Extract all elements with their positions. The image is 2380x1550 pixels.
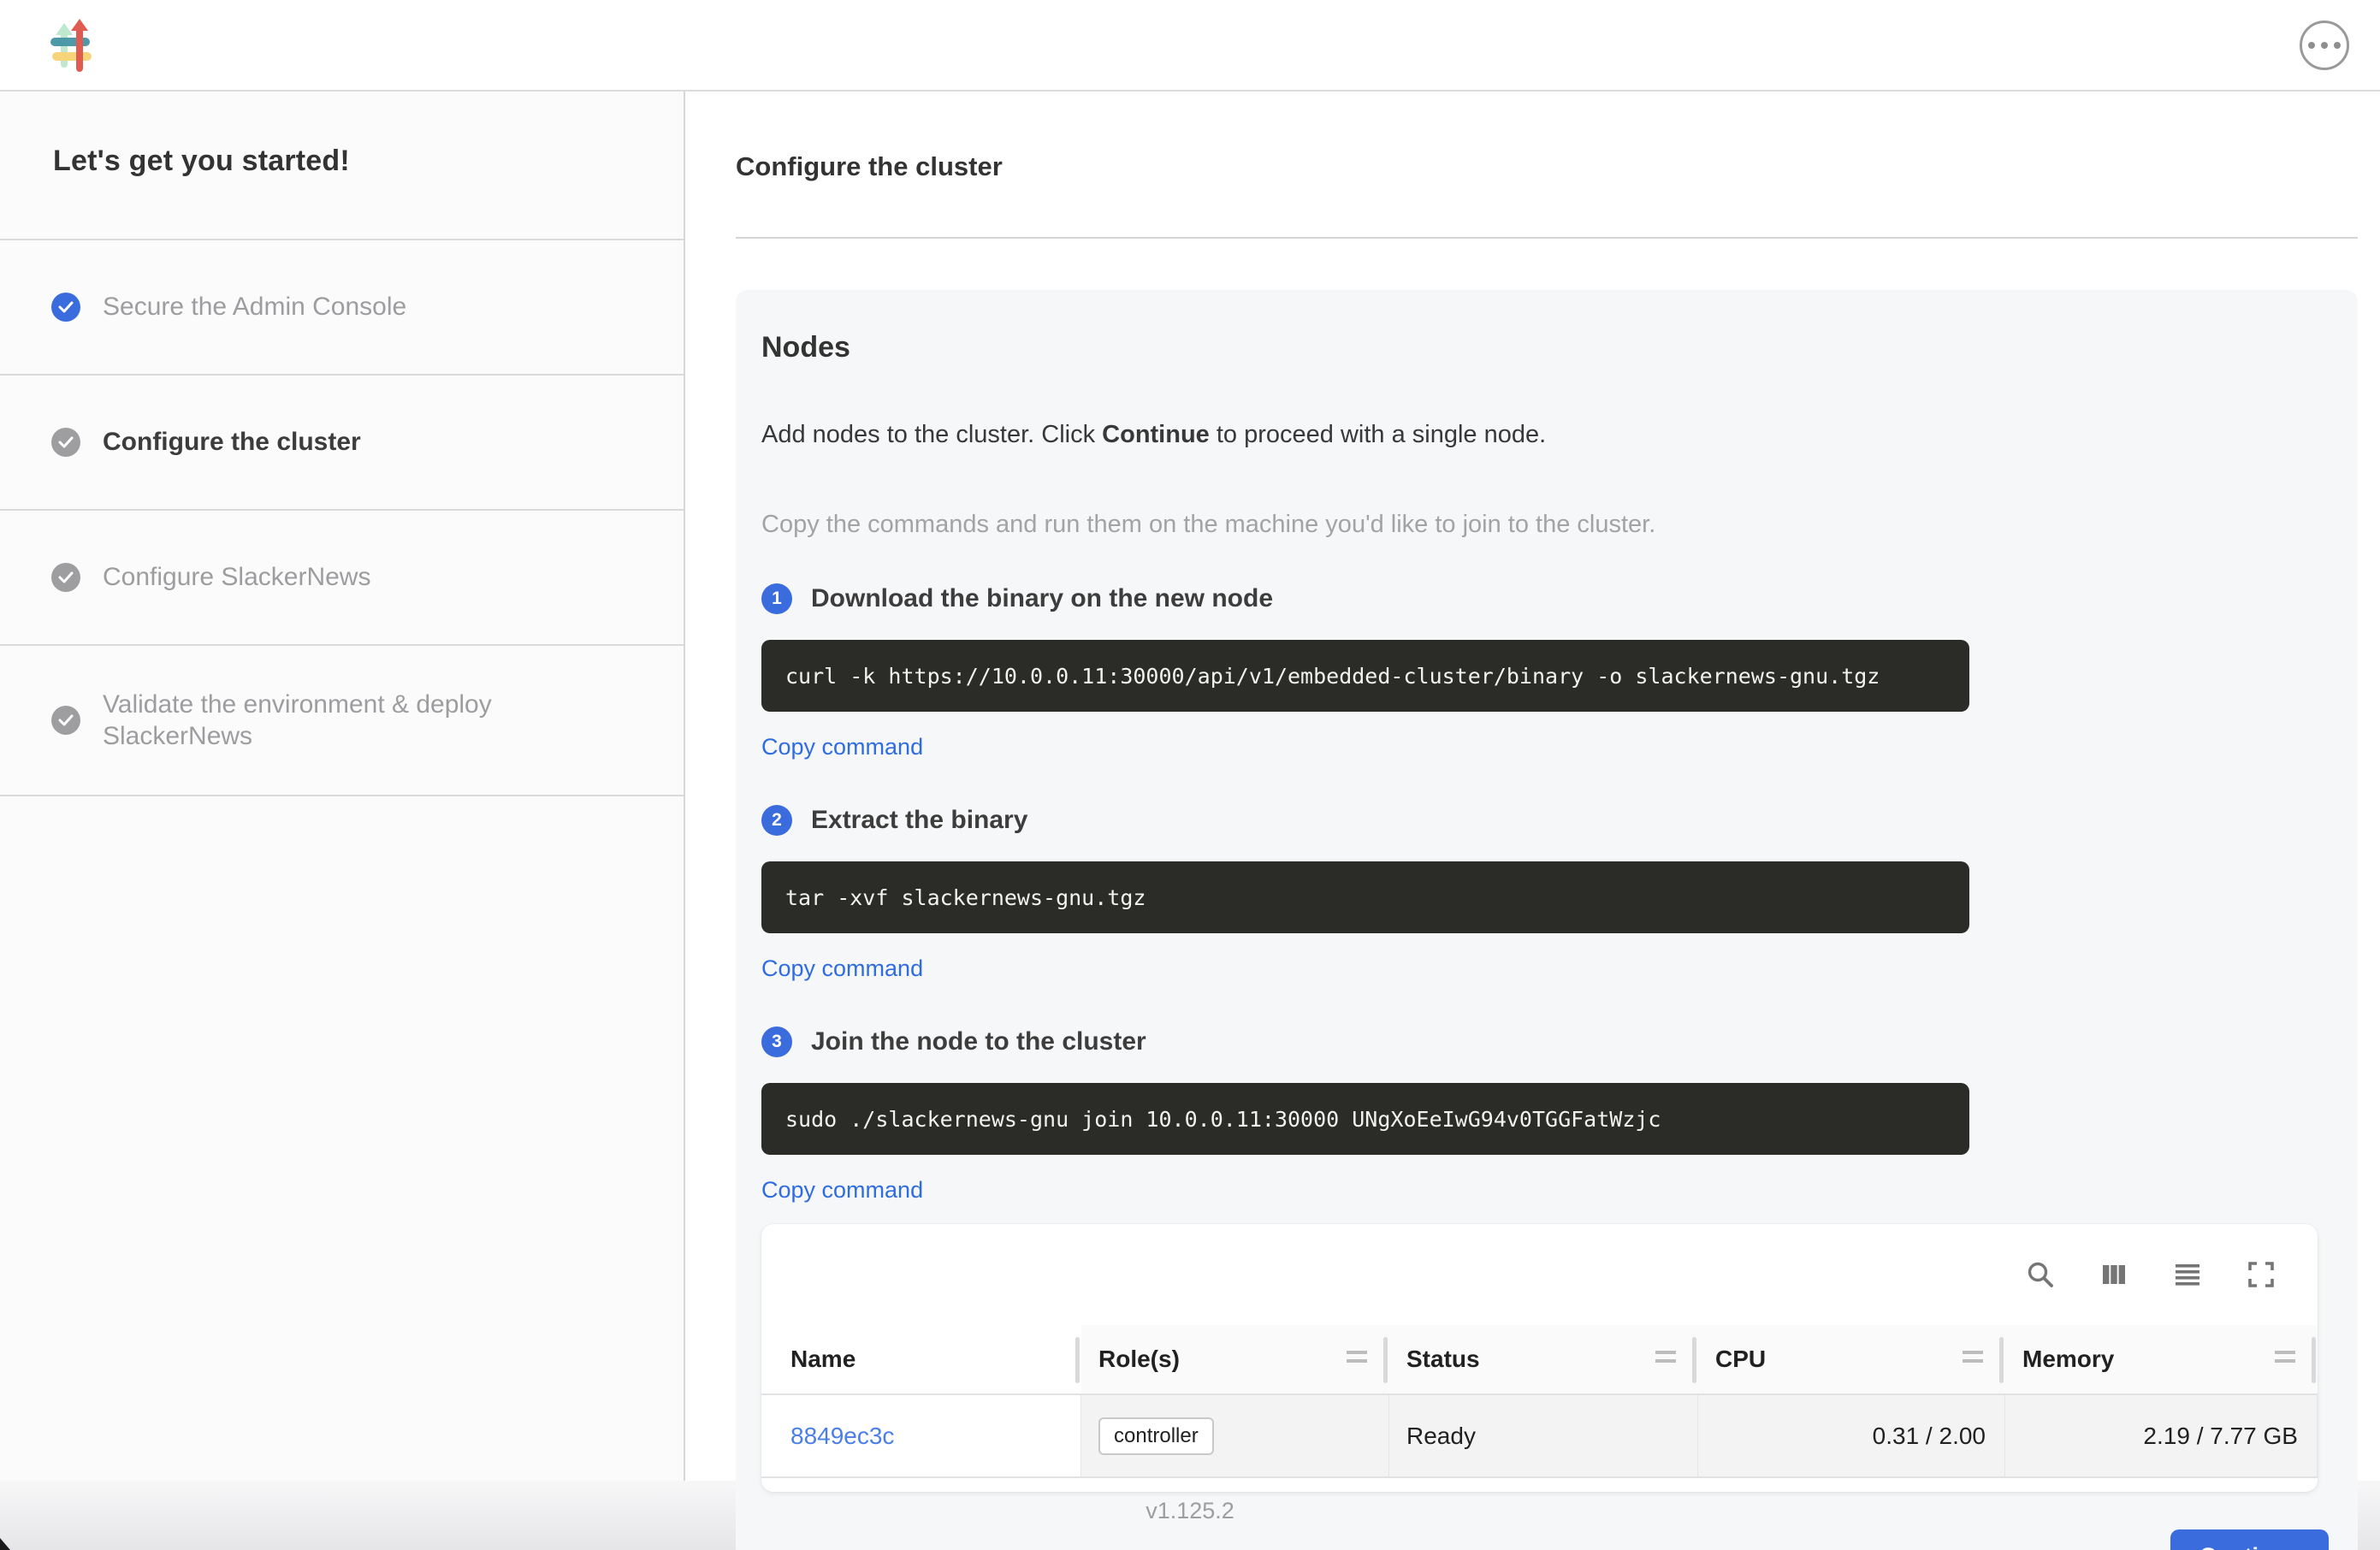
admin-console-screen: Let's get you started! Secure the Admin … (0, 0, 2380, 1550)
sidebar-step-secure-admin-console[interactable]: Secure the Admin Console (0, 239, 684, 374)
mouse-cursor (0, 1538, 10, 1550)
column-menu-icon[interactable] (1655, 1351, 1676, 1368)
node-name-link[interactable]: 8849ec3c (790, 1423, 894, 1450)
command-code-block: tar -xvf slackernews-gnu.tgz (761, 861, 1969, 933)
copy-command-link[interactable]: Copy command (761, 955, 923, 982)
table-row: 8849ec3c controller Ready 0.31 / 2.00 2.… (761, 1395, 2318, 1478)
step-number-badge: 2 (761, 805, 792, 836)
column-header-name[interactable]: Name (761, 1325, 1081, 1395)
sidebar-step-validate-deploy[interactable]: Validate the environment & deploy Slacke… (0, 644, 684, 796)
copy-command-link[interactable]: Copy command (761, 734, 923, 760)
column-header-roles[interactable]: Role(s) (1081, 1325, 1389, 1395)
version-label: v1.125.2 (1146, 1498, 1234, 1524)
nodes-hint-text: Copy the commands and run them on the ma… (761, 511, 2332, 539)
sidebar-title: Let's get you started! (0, 92, 684, 239)
card-actions: Continue (761, 1529, 2332, 1550)
sidebar-step-label: Validate the environment & deploy Slacke… (103, 689, 582, 753)
nodes-intro-text: Add nodes to the cluster. Click Continue… (761, 421, 2332, 449)
column-separator[interactable] (1075, 1337, 1080, 1383)
main-content: Configure the cluster Nodes Add nodes to… (685, 92, 2380, 1481)
slackernews-logo-icon (50, 18, 94, 73)
column-menu-icon[interactable] (1963, 1351, 1983, 1368)
table-header-row: Name Role(s) Status (761, 1325, 2318, 1395)
step-number-badge: 3 (761, 1026, 792, 1057)
ellipsis-icon (2308, 42, 2315, 49)
search-icon[interactable] (2023, 1257, 2057, 1292)
density-icon[interactable] (2170, 1257, 2205, 1292)
node-roles-cell: controller (1081, 1395, 1389, 1478)
continue-button[interactable]: Continue (2170, 1529, 2329, 1550)
step-title: Extract the binary (811, 806, 1027, 835)
step-pending-check-icon (51, 706, 80, 735)
column-separator[interactable] (1383, 1337, 1388, 1383)
node-status-cell: Ready (1389, 1395, 1698, 1478)
sidebar-step-configure-slackernews[interactable]: Configure SlackerNews (0, 509, 684, 644)
column-header-status[interactable]: Status (1389, 1325, 1698, 1395)
table-toolbar (761, 1224, 2318, 1325)
step-pending-check-icon (51, 563, 80, 592)
column-separator[interactable] (1999, 1337, 2004, 1383)
command-code-block: curl -k https://10.0.0.11:30000/api/v1/e… (761, 640, 1969, 712)
step-pending-check-icon (51, 428, 80, 457)
join-step-2: 2 Extract the binary tar -xvf slackernew… (761, 805, 2332, 982)
column-menu-icon[interactable] (2275, 1351, 2295, 1368)
top-bar (0, 0, 2380, 92)
step-complete-check-icon (51, 293, 80, 322)
join-step-1: 1 Download the binary on the new node cu… (761, 583, 2332, 760)
column-separator[interactable] (1692, 1337, 1696, 1383)
column-menu-icon[interactable] (1347, 1351, 1367, 1368)
node-name-cell: 8849ec3c (761, 1395, 1081, 1478)
columns-icon[interactable] (2097, 1257, 2131, 1292)
join-step-3: 3 Join the node to the cluster sudo ./sl… (761, 1026, 2332, 1204)
role-chip: controller (1098, 1417, 1214, 1455)
column-header-memory[interactable]: Memory (2005, 1325, 2318, 1395)
sidebar-step-label: Configure the cluster (103, 426, 361, 458)
nodes-heading: Nodes (761, 331, 2332, 364)
command-code-block: sudo ./slackernews-gnu join 10.0.0.11:30… (761, 1083, 1969, 1155)
fullscreen-icon[interactable] (2244, 1257, 2278, 1292)
sidebar-step-label: Configure SlackerNews (103, 561, 370, 594)
setup-sidebar: Let's get you started! Secure the Admin … (0, 92, 685, 1481)
step-title: Download the binary on the new node (811, 584, 1273, 613)
title-divider (736, 237, 2358, 239)
copy-command-link[interactable]: Copy command (761, 1177, 923, 1204)
sidebar-step-label: Secure the Admin Console (103, 291, 406, 323)
table-bottom-spacer (761, 1478, 2318, 1492)
node-memory-cell: 2.19 / 7.77 GB (2005, 1395, 2318, 1478)
sidebar-step-configure-cluster[interactable]: Configure the cluster (0, 374, 684, 509)
nodes-table-card: Name Role(s) Status (761, 1224, 2318, 1492)
nodes-card: Nodes Add nodes to the cluster. Click Co… (736, 290, 2358, 1550)
page-title: Configure the cluster (736, 151, 2358, 182)
node-cpu-cell: 0.31 / 2.00 (1698, 1395, 2005, 1478)
more-options-button[interactable] (2300, 21, 2349, 70)
step-number-badge: 1 (761, 583, 792, 614)
nodes-table: Name Role(s) Status (761, 1325, 2318, 1478)
column-separator[interactable] (2312, 1337, 2316, 1383)
column-header-cpu[interactable]: CPU (1698, 1325, 2005, 1395)
step-title: Join the node to the cluster (811, 1027, 1146, 1056)
